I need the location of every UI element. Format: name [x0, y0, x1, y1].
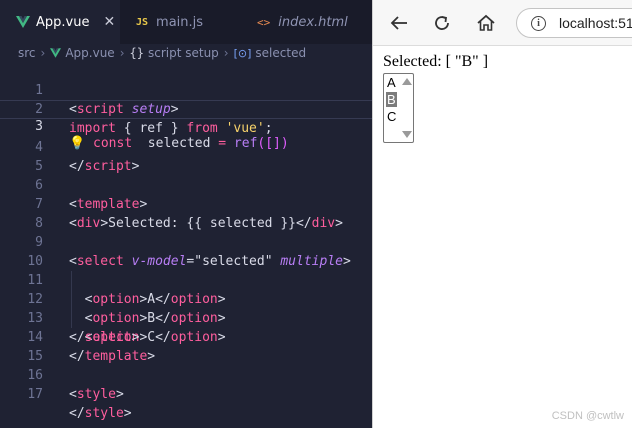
tab-label: index.html — [278, 14, 348, 30]
info-icon[interactable]: i — [531, 15, 546, 31]
code-text: </style> — [69, 406, 132, 421]
multi-select-listbox[interactable]: A B C — [383, 73, 414, 143]
html-icon: <> — [257, 15, 271, 29]
scrollbar[interactable] — [405, 90, 411, 120]
url-text: localhost:51 — [559, 15, 632, 31]
vue-icon — [16, 16, 30, 28]
option-c[interactable]: C — [386, 109, 397, 124]
breadcrumb-symbol[interactable]: selected — [255, 46, 306, 60]
back-arrow-icon — [390, 16, 407, 30]
code-line[interactable]: 17 </style> — [0, 366, 372, 421]
tab-app-vue[interactable]: App.vue ✕ — [0, 0, 120, 44]
code-line[interactable]: 15 — [0, 328, 372, 364]
home-icon — [477, 14, 495, 31]
variable-icon: [⊙] — [233, 46, 252, 60]
code-line[interactable]: 5 — [0, 138, 372, 174]
scroll-up-arrow-icon[interactable] — [402, 78, 412, 85]
close-icon[interactable]: ✕ — [103, 14, 115, 30]
code-line[interactable]: 7 <div>Selected: {{ selected }}</div> — [0, 176, 372, 231]
js-icon: JS — [136, 16, 149, 28]
code-line-current[interactable]: 3 💡 const selected = ref([]) — [0, 100, 372, 151]
braces-icon: {} — [129, 46, 144, 60]
tab-label: App.vue — [36, 14, 90, 30]
code-line[interactable]: 4 </script> — [0, 119, 372, 174]
back-button[interactable] — [387, 11, 411, 35]
code-line[interactable]: 9 <select v-model="selected" multiple> — [0, 214, 372, 269]
watermark: CSDN @cwtlw — [551, 410, 624, 422]
chevron-right-icon: › — [223, 46, 229, 60]
tab-label: main.js — [156, 14, 204, 30]
code-line[interactable]: 16 <style> — [0, 347, 372, 402]
browser-toolbar: i localhost:51 — [373, 0, 632, 46]
reload-button[interactable] — [430, 11, 454, 35]
breadcrumb: src › App.vue › {} script setup › [⊙] se… — [0, 44, 372, 62]
browser-window: i localhost:51 Selected: [ "B" ] A B C C… — [372, 0, 632, 428]
code-line[interactable]: 13 </select> — [0, 290, 372, 345]
vue-icon — [50, 48, 62, 58]
code-line[interactable]: 6 <template> — [0, 157, 372, 212]
selected-output: Selected: [ "B" ] — [383, 53, 489, 70]
code-line[interactable]: 2 import { ref } from 'vue'; — [0, 81, 372, 136]
scroll-down-arrow-icon[interactable] — [402, 131, 412, 138]
breadcrumb-section[interactable]: script setup — [148, 46, 219, 60]
code-line[interactable]: 8 — [0, 195, 372, 231]
option-b[interactable]: B — [386, 92, 397, 107]
page-content: Selected: [ "B" ] A B C — [373, 47, 632, 428]
option-a[interactable]: A — [386, 75, 397, 90]
code-line[interactable]: 12 <option>C</option> — [0, 271, 372, 345]
line-number: 17 — [27, 387, 43, 402]
home-button[interactable] — [474, 11, 498, 35]
address-bar[interactable]: i localhost:51 — [516, 8, 632, 38]
code-text: <style> — [69, 387, 124, 402]
code-editor: App.vue ✕ JS main.js <> index.html src ›… — [0, 0, 372, 428]
chevron-right-icon: › — [119, 46, 125, 60]
code-line[interactable]: 11 <option>B</option> — [0, 252, 372, 326]
code-line[interactable]: 10 <option>A</option> — [0, 233, 372, 307]
breadcrumb-file[interactable]: App.vue — [65, 46, 114, 60]
code-line[interactable]: 14 </template> — [0, 309, 372, 364]
tab-index-html[interactable]: <> index.html — [257, 0, 348, 44]
breadcrumb-folder[interactable]: src — [18, 46, 36, 60]
code-line[interactable]: 1 <script setup> — [0, 62, 372, 117]
chevron-right-icon: › — [40, 46, 46, 60]
reload-icon — [435, 16, 449, 30]
editor-tab-bar: App.vue ✕ JS main.js <> index.html — [0, 0, 372, 44]
tab-main-js[interactable]: JS main.js — [136, 0, 203, 44]
